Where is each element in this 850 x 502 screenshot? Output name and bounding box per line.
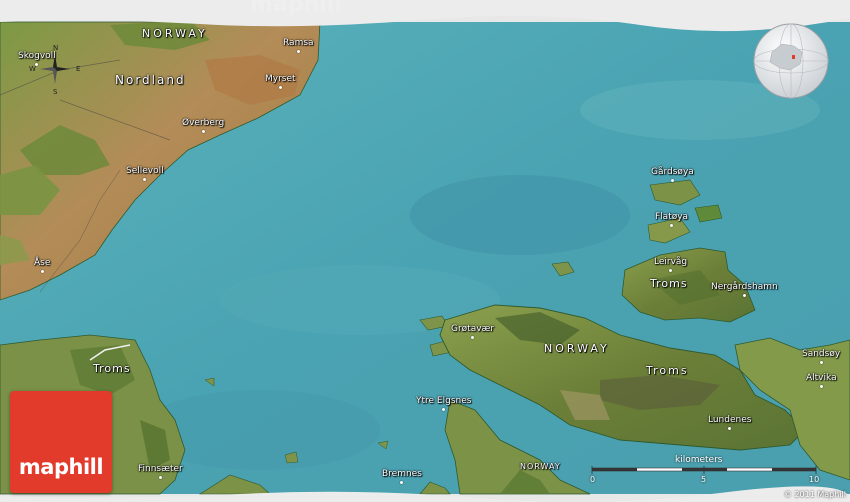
label-leirvag: Leirvåg (654, 257, 688, 272)
scale-bar: kilometers 0 5 10 (590, 455, 820, 490)
label-norway-bottom: NORWAY (520, 462, 561, 471)
label-finnsater: Finnsæter (138, 464, 183, 479)
label-sandsoy: Sandsøy (802, 349, 841, 364)
compass-w: W (29, 65, 36, 73)
copyright-text: © 2011 Maphill (783, 490, 846, 499)
label-overberg: Øverberg (182, 118, 225, 133)
compass-s: S (53, 88, 58, 96)
label-ase: Åse (34, 258, 51, 273)
label-nergardshamn: Nergårdshamn (711, 282, 778, 297)
label-norway-mid: NORWAY (544, 342, 610, 355)
maphill-logo[interactable]: maphill (10, 391, 112, 493)
label-troms-mid: Troms (646, 364, 689, 377)
label-nordland: Nordland (115, 73, 186, 87)
map-view[interactable]: maphill N S W E NORWAY Nordland Skogvoll… (0, 0, 850, 502)
label-flatoya: Flatøya (655, 212, 689, 227)
label-myrset: Myrset (265, 74, 296, 89)
label-ytre-elgsnes: Ytre Elgsnes (416, 396, 472, 411)
scale-tick-10: 10 (809, 475, 820, 484)
label-sellevoll: Sellevoll (126, 166, 164, 181)
globe-locator-icon (753, 23, 829, 99)
label-bremnes: Bremnes (382, 469, 422, 484)
label-skogvoll: Skogvoll (18, 51, 56, 66)
label-ramsa: Ramsa (283, 38, 314, 53)
label-grotavar: Grøtavær (451, 324, 495, 339)
label-lundenes: Lundenes (708, 415, 752, 430)
maphill-watermark: maphill (250, 0, 342, 17)
label-norway-top: NORWAY (142, 27, 208, 40)
maphill-logo-text: maphill (18, 455, 104, 479)
label-altvika: Altvika (806, 373, 837, 388)
scale-tick-0: 0 (590, 475, 596, 484)
compass-e: E (76, 65, 81, 73)
label-troms-west: Troms (93, 362, 131, 375)
scale-tick-5: 5 (701, 475, 707, 484)
label-gardsoya: Gårdsøya (651, 167, 694, 182)
label-troms-east: Troms (650, 277, 688, 290)
